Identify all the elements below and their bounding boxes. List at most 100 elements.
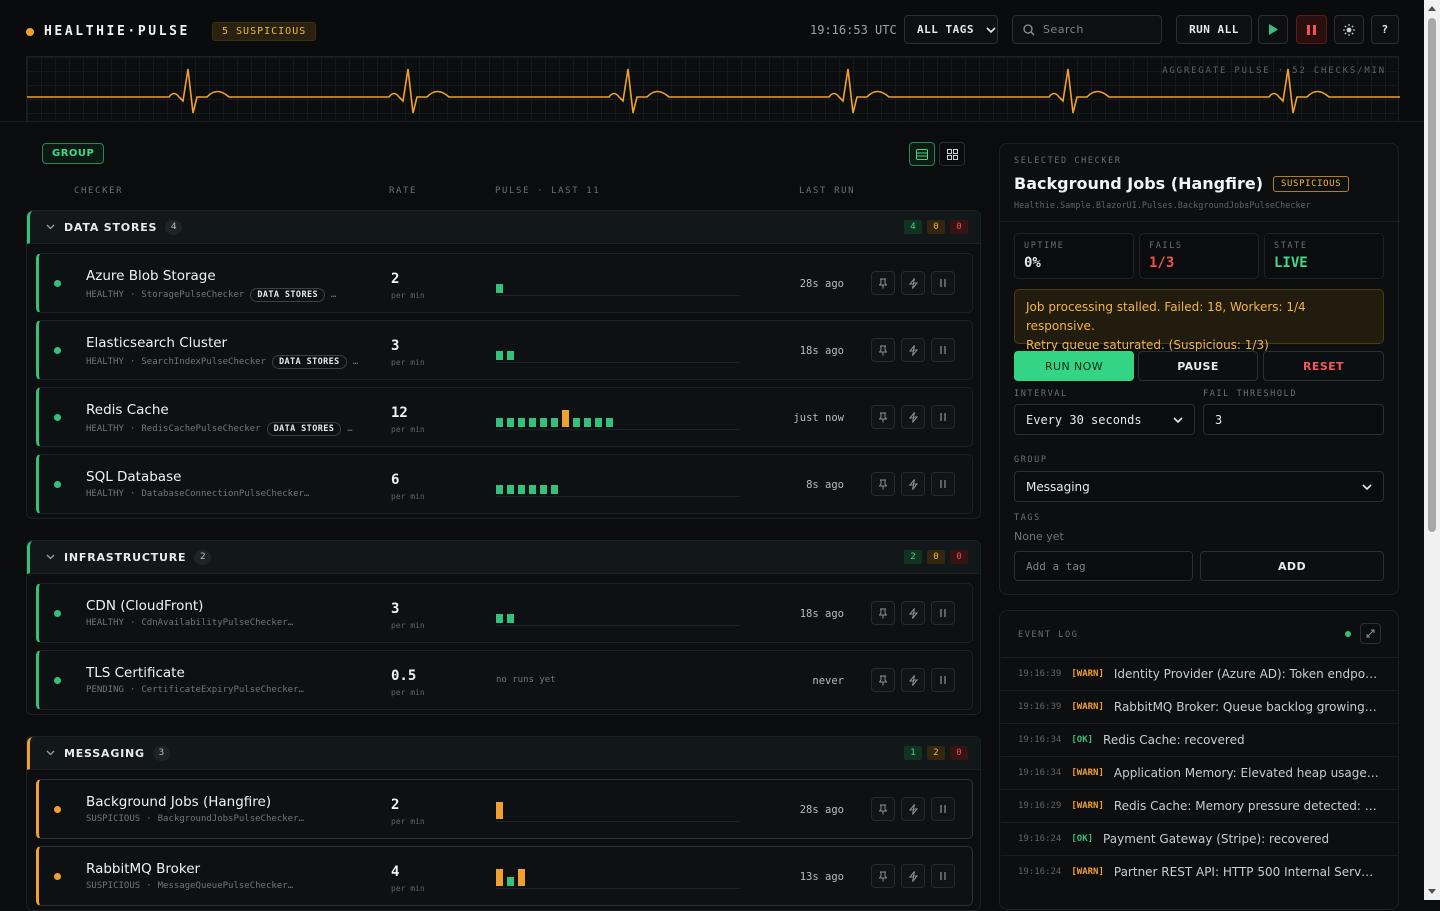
run-check-button[interactable]: [901, 797, 925, 821]
reset-button[interactable]: RESET: [1263, 351, 1384, 381]
run-check-button[interactable]: [901, 601, 925, 625]
run-check-button[interactable]: [901, 338, 925, 362]
checker-row[interactable]: Background Jobs (Hangfire) SUSPICIOUS · Bac…: [36, 779, 973, 839]
pause-check-button[interactable]: [931, 338, 955, 362]
group-header[interactable]: MESSAGING 3 1 2 0: [27, 737, 980, 770]
checker-class: MessageQueuePulseChecker…: [157, 881, 294, 891]
checker-row[interactable]: Elasticsearch Cluster HEALTHY · SearchIndex…: [36, 320, 973, 380]
group-select[interactable]: Messaging: [1014, 471, 1384, 502]
play-icon: [1269, 24, 1278, 35]
log-level: [WARN]: [1071, 669, 1104, 679]
status-dot-icon: [54, 347, 61, 354]
interval-select[interactable]: Every 30 seconds: [1014, 404, 1195, 435]
uptime-stat: UPTIME 0%: [1014, 233, 1134, 279]
pin-button[interactable]: [871, 338, 895, 362]
pause-icon: [940, 609, 946, 617]
pause-check-button[interactable]: [931, 864, 955, 888]
checker-row[interactable]: Azure Blob Storage HEALTHY · StoragePulseCh…: [36, 253, 973, 313]
run-now-button[interactable]: RUN NOW: [1014, 351, 1134, 381]
checker-row[interactable]: Redis Cache HEALTHY · RedisCachePulseChecke…: [36, 387, 973, 447]
pulse-bar: [496, 869, 503, 886]
play-button[interactable]: [1258, 15, 1288, 44]
run-all-button[interactable]: RUN ALL: [1176, 15, 1252, 44]
pause-check-button[interactable]: [931, 797, 955, 821]
tags-filter-select[interactable]: ALL TAGS: [904, 15, 998, 44]
run-check-button[interactable]: [901, 271, 925, 295]
group-value: Messaging: [1026, 479, 1090, 494]
pause-all-button[interactable]: [1296, 15, 1327, 44]
fail-threshold-input[interactable]: 3: [1203, 404, 1384, 435]
pin-button[interactable]: [871, 271, 895, 295]
search-input[interactable]: Search: [1012, 15, 1162, 44]
help-button[interactable]: ?: [1371, 15, 1399, 44]
checker-meta: SUSPICIOUS · MessageQueuePulseChecker…: [86, 881, 293, 891]
ellipsis: …: [331, 290, 337, 300]
checker-row[interactable]: CDN (CloudFront) HEALTHY · CdnAvailabilityP…: [36, 583, 973, 643]
run-check-button[interactable]: [901, 864, 925, 888]
interval-label: INTERVAL: [1014, 389, 1068, 399]
status-dot-icon: [54, 481, 61, 488]
log-message: Application Memory: Elevated heap usage:…: [1113, 766, 1379, 780]
run-check-button[interactable]: [901, 405, 925, 429]
pin-button[interactable]: [871, 797, 895, 821]
expand-log-button[interactable]: [1360, 623, 1381, 644]
separator: ·: [129, 357, 136, 367]
pin-button[interactable]: [871, 405, 895, 429]
checker-row[interactable]: TLS Certificate PENDING · CertificateExpiry…: [36, 650, 973, 710]
add-tag-button[interactable]: ADD: [1200, 551, 1384, 581]
group-header[interactable]: INFRASTRUCTURE 2 2 0 0: [27, 541, 980, 574]
pulse-history: [496, 602, 740, 626]
log-time: 19:16:39: [1018, 669, 1062, 679]
checker-row[interactable]: RabbitMQ Broker SUSPICIOUS · MessageQueuePu…: [36, 846, 973, 906]
scroll-down-icon[interactable]: [1424, 884, 1440, 898]
pause-check-button[interactable]: [931, 601, 955, 625]
log-entry: 19:16:24 [WARN] Partner REST API: HTTP 500…: [1001, 855, 1398, 888]
theme-toggle-button[interactable]: [1334, 15, 1364, 44]
lightning-icon: [908, 870, 918, 882]
group-toggle-button[interactable]: GROUP: [42, 143, 105, 164]
pin-button[interactable]: [871, 668, 895, 692]
checker-row[interactable]: SQL Database HEALTHY · DatabaseConnectionPu…: [36, 454, 973, 514]
chevron-down-icon: [986, 26, 996, 33]
checker-class: StoragePulseChecker: [141, 290, 245, 300]
checker-tag[interactable]: DATA STORES: [266, 422, 342, 436]
scrollbar-thumb[interactable]: [1428, 18, 1436, 532]
status-dot-icon: [54, 414, 61, 421]
separator: ·: [129, 290, 136, 300]
last-run: 28s ago: [799, 804, 844, 816]
suspicious-count: 0: [927, 220, 945, 234]
ellipsis: …: [347, 424, 353, 434]
checker-name: TLS Certificate: [86, 665, 185, 681]
pin-button[interactable]: [871, 864, 895, 888]
checker-tag[interactable]: DATA STORES: [250, 288, 326, 302]
checker-status: SUSPICIOUS: [86, 814, 141, 824]
list-view-button[interactable]: [909, 142, 935, 166]
add-tag-input[interactable]: Add a tag: [1014, 551, 1193, 581]
pause-check-button[interactable]: [931, 472, 955, 496]
checker-status: HEALTHY: [86, 290, 124, 300]
checker-rate: 6: [391, 472, 400, 488]
run-check-button[interactable]: [901, 472, 925, 496]
run-check-button[interactable]: [901, 668, 925, 692]
pause-check-button[interactable]: [931, 271, 955, 295]
pause-check-button[interactable]: [931, 405, 955, 429]
tags-label: TAGS: [1014, 513, 1041, 523]
pause-check-button[interactable]: [931, 668, 955, 692]
checker-tag[interactable]: DATA STORES: [271, 355, 347, 369]
last-run: never: [812, 675, 844, 687]
fail-threshold-label: FAIL THRESHOLD: [1203, 389, 1298, 399]
pause-button[interactable]: PAUSE: [1138, 351, 1258, 381]
pulse-bar: [573, 418, 580, 427]
pulse-bar: [551, 418, 558, 427]
checker-meta: PENDING · CertificateExpiryPulseChecker…: [86, 685, 304, 695]
suspicious-count-badge[interactable]: 5 SUSPICIOUS: [211, 22, 317, 41]
page-scrollbar[interactable]: [1424, 0, 1440, 900]
pin-button[interactable]: [871, 601, 895, 625]
checker-meta: HEALTHY · RedisCachePulseChecker DATA STORE…: [86, 422, 353, 436]
group-header[interactable]: DATA STORES 4 4 0 0: [27, 211, 980, 244]
scroll-up-icon[interactable]: [1424, 2, 1440, 16]
grid-view-button[interactable]: [939, 142, 965, 166]
pulse-bar: [496, 418, 503, 427]
pin-button[interactable]: [871, 472, 895, 496]
healthy-count: 1: [904, 746, 922, 760]
